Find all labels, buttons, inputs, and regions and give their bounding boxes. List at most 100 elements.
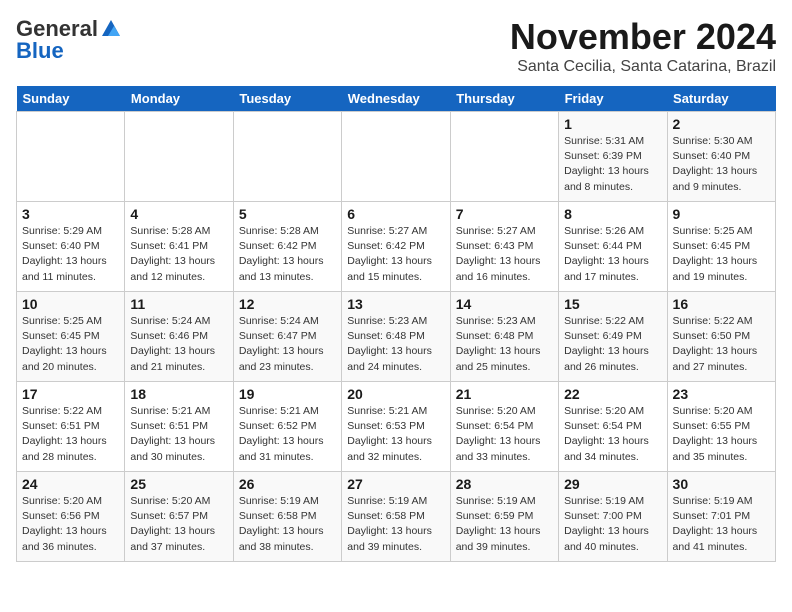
calendar-table: SundayMondayTuesdayWednesdayThursdayFrid… bbox=[16, 86, 776, 562]
month-title: November 2024 bbox=[510, 16, 776, 58]
day-info: Sunrise: 5:20 AMSunset: 6:54 PMDaylight:… bbox=[564, 404, 661, 465]
weekday-header-sunday: Sunday bbox=[17, 86, 125, 112]
day-number: 1 bbox=[564, 116, 661, 132]
calendar-cell bbox=[17, 112, 125, 202]
week-row-5: 24 Sunrise: 5:20 AMSunset: 6:56 PMDayligh… bbox=[17, 472, 776, 562]
day-info: Sunrise: 5:22 AMSunset: 6:51 PMDaylight:… bbox=[22, 404, 119, 465]
calendar-cell: 4 Sunrise: 5:28 AMSunset: 6:41 PMDaylight… bbox=[125, 202, 233, 292]
calendar-cell bbox=[125, 112, 233, 202]
day-number: 24 bbox=[22, 476, 119, 492]
day-number: 20 bbox=[347, 386, 444, 402]
day-number: 10 bbox=[22, 296, 119, 312]
day-info: Sunrise: 5:19 AMSunset: 6:58 PMDaylight:… bbox=[347, 494, 444, 555]
calendar-cell: 23 Sunrise: 5:20 AMSunset: 6:55 PMDayligh… bbox=[667, 382, 775, 472]
calendar-cell: 2 Sunrise: 5:30 AMSunset: 6:40 PMDaylight… bbox=[667, 112, 775, 202]
day-number: 11 bbox=[130, 296, 227, 312]
day-number: 9 bbox=[673, 206, 770, 222]
day-info: Sunrise: 5:20 AMSunset: 6:54 PMDaylight:… bbox=[456, 404, 553, 465]
week-row-2: 3 Sunrise: 5:29 AMSunset: 6:40 PMDaylight… bbox=[17, 202, 776, 292]
calendar-cell: 26 Sunrise: 5:19 AMSunset: 6:58 PMDayligh… bbox=[233, 472, 341, 562]
calendar-cell: 25 Sunrise: 5:20 AMSunset: 6:57 PMDayligh… bbox=[125, 472, 233, 562]
day-info: Sunrise: 5:21 AMSunset: 6:53 PMDaylight:… bbox=[347, 404, 444, 465]
day-info: Sunrise: 5:21 AMSunset: 6:52 PMDaylight:… bbox=[239, 404, 336, 465]
day-info: Sunrise: 5:19 AMSunset: 6:59 PMDaylight:… bbox=[456, 494, 553, 555]
day-number: 17 bbox=[22, 386, 119, 402]
day-number: 4 bbox=[130, 206, 227, 222]
title-area: November 2024 Santa Cecilia, Santa Catar… bbox=[510, 16, 776, 76]
calendar-cell: 8 Sunrise: 5:26 AMSunset: 6:44 PMDaylight… bbox=[559, 202, 667, 292]
day-info: Sunrise: 5:22 AMSunset: 6:49 PMDaylight:… bbox=[564, 314, 661, 375]
calendar-cell: 11 Sunrise: 5:24 AMSunset: 6:46 PMDayligh… bbox=[125, 292, 233, 382]
day-info: Sunrise: 5:19 AMSunset: 7:01 PMDaylight:… bbox=[673, 494, 770, 555]
day-number: 5 bbox=[239, 206, 336, 222]
calendar-cell: 17 Sunrise: 5:22 AMSunset: 6:51 PMDayligh… bbox=[17, 382, 125, 472]
day-info: Sunrise: 5:20 AMSunset: 6:55 PMDaylight:… bbox=[673, 404, 770, 465]
calendar-cell: 12Sunrise: 5:24 AMSunset: 6:47 PMDayligh… bbox=[233, 292, 341, 382]
day-number: 15 bbox=[564, 296, 661, 312]
day-number: 23 bbox=[673, 386, 770, 402]
day-info: Sunrise: 5:28 AMSunset: 6:42 PMDaylight:… bbox=[239, 224, 336, 285]
day-number: 27 bbox=[347, 476, 444, 492]
day-info: Sunrise: 5:26 AMSunset: 6:44 PMDaylight:… bbox=[564, 224, 661, 285]
day-number: 8 bbox=[564, 206, 661, 222]
day-number: 3 bbox=[22, 206, 119, 222]
day-info: Sunrise: 5:27 AMSunset: 6:43 PMDaylight:… bbox=[456, 224, 553, 285]
day-number: 26 bbox=[239, 476, 336, 492]
day-info: Sunrise: 5:28 AMSunset: 6:41 PMDaylight:… bbox=[130, 224, 227, 285]
weekday-header-tuesday: Tuesday bbox=[233, 86, 341, 112]
calendar-cell: 22 Sunrise: 5:20 AMSunset: 6:54 PMDayligh… bbox=[559, 382, 667, 472]
calendar-cell: 1 Sunrise: 5:31 AMSunset: 6:39 PMDaylight… bbox=[559, 112, 667, 202]
day-info: Sunrise: 5:24 AMSunset: 6:46 PMDaylight:… bbox=[130, 314, 227, 375]
week-row-4: 17 Sunrise: 5:22 AMSunset: 6:51 PMDayligh… bbox=[17, 382, 776, 472]
day-info: Sunrise: 5:20 AMSunset: 6:57 PMDaylight:… bbox=[130, 494, 227, 555]
logo-blue-text: Blue bbox=[16, 38, 64, 64]
calendar-cell: 27 Sunrise: 5:19 AMSunset: 6:58 PMDayligh… bbox=[342, 472, 450, 562]
location: Santa Cecilia, Santa Catarina, Brazil bbox=[510, 58, 776, 76]
logo: General Blue bbox=[16, 16, 122, 64]
logo-icon bbox=[100, 18, 122, 40]
day-number: 29 bbox=[564, 476, 661, 492]
day-info: Sunrise: 5:19 AMSunset: 6:58 PMDaylight:… bbox=[239, 494, 336, 555]
calendar-cell: 29 Sunrise: 5:19 AMSunset: 7:00 PMDayligh… bbox=[559, 472, 667, 562]
day-info: Sunrise: 5:20 AMSunset: 6:56 PMDaylight:… bbox=[22, 494, 119, 555]
day-info: Sunrise: 5:29 AMSunset: 6:40 PMDaylight:… bbox=[22, 224, 119, 285]
day-info: Sunrise: 5:21 AMSunset: 6:51 PMDaylight:… bbox=[130, 404, 227, 465]
calendar-cell: 16 Sunrise: 5:22 AMSunset: 6:50 PMDayligh… bbox=[667, 292, 775, 382]
weekday-header-monday: Monday bbox=[125, 86, 233, 112]
week-row-3: 10 Sunrise: 5:25 AMSunset: 6:45 PMDayligh… bbox=[17, 292, 776, 382]
calendar-cell: 5 Sunrise: 5:28 AMSunset: 6:42 PMDaylight… bbox=[233, 202, 341, 292]
weekday-header-saturday: Saturday bbox=[667, 86, 775, 112]
day-number: 2 bbox=[673, 116, 770, 132]
calendar-cell: 6Sunrise: 5:27 AMSunset: 6:42 PMDaylight… bbox=[342, 202, 450, 292]
day-info: Sunrise: 5:19 AMSunset: 7:00 PMDaylight:… bbox=[564, 494, 661, 555]
calendar-cell: 14Sunrise: 5:23 AMSunset: 6:48 PMDayligh… bbox=[450, 292, 558, 382]
day-number: 18 bbox=[130, 386, 227, 402]
calendar-cell: 7 Sunrise: 5:27 AMSunset: 6:43 PMDaylight… bbox=[450, 202, 558, 292]
day-number: 22 bbox=[564, 386, 661, 402]
weekday-header-thursday: Thursday bbox=[450, 86, 558, 112]
day-info: Sunrise: 5:31 AMSunset: 6:39 PMDaylight:… bbox=[564, 134, 661, 195]
day-info: Sunrise: 5:25 AMSunset: 6:45 PMDaylight:… bbox=[22, 314, 119, 375]
day-info: Sunrise: 5:22 AMSunset: 6:50 PMDaylight:… bbox=[673, 314, 770, 375]
day-number: 16 bbox=[673, 296, 770, 312]
calendar-cell: 15 Sunrise: 5:22 AMSunset: 6:49 PMDayligh… bbox=[559, 292, 667, 382]
calendar-cell: 20 Sunrise: 5:21 AMSunset: 6:53 PMDayligh… bbox=[342, 382, 450, 472]
day-number: 7 bbox=[456, 206, 553, 222]
weekday-header-row: SundayMondayTuesdayWednesdayThursdayFrid… bbox=[17, 86, 776, 112]
calendar-cell bbox=[342, 112, 450, 202]
week-row-1: 1 Sunrise: 5:31 AMSunset: 6:39 PMDaylight… bbox=[17, 112, 776, 202]
day-info: Sunrise: 5:23 AMSunset: 6:48 PMDaylight:… bbox=[456, 314, 553, 375]
day-number: 13 bbox=[347, 296, 444, 312]
day-number: 21 bbox=[456, 386, 553, 402]
calendar-cell: 19Sunrise: 5:21 AMSunset: 6:52 PMDayligh… bbox=[233, 382, 341, 472]
calendar-cell bbox=[450, 112, 558, 202]
weekday-header-wednesday: Wednesday bbox=[342, 86, 450, 112]
day-info: Sunrise: 5:23 AMSunset: 6:48 PMDaylight:… bbox=[347, 314, 444, 375]
day-info: Sunrise: 5:30 AMSunset: 6:40 PMDaylight:… bbox=[673, 134, 770, 195]
calendar-cell: 30Sunrise: 5:19 AMSunset: 7:01 PMDayligh… bbox=[667, 472, 775, 562]
calendar-cell bbox=[233, 112, 341, 202]
day-number: 28 bbox=[456, 476, 553, 492]
weekday-header-friday: Friday bbox=[559, 86, 667, 112]
calendar-cell: 10 Sunrise: 5:25 AMSunset: 6:45 PMDayligh… bbox=[17, 292, 125, 382]
day-number: 25 bbox=[130, 476, 227, 492]
